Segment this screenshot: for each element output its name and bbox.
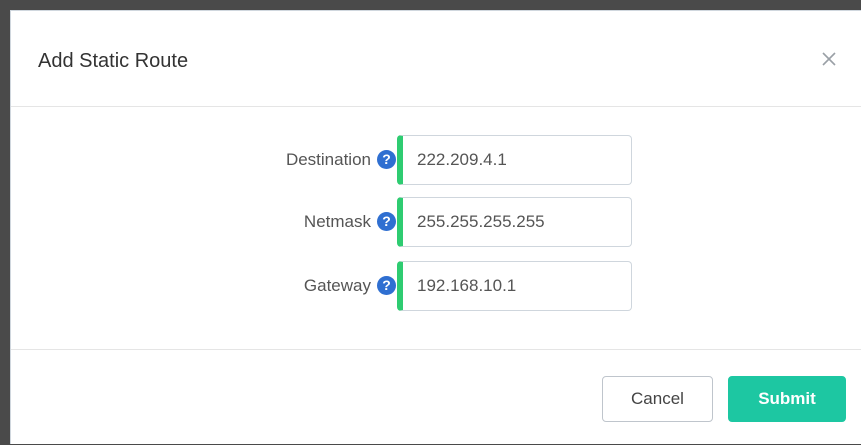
destination-input[interactable] [397,135,632,185]
dialog-title: Add Static Route [38,50,189,72]
destination-row: Destination ? [11,135,861,185]
dialog-header: Add Static Route [11,11,861,107]
add-static-route-dialog: Add Static Route Destination ? Netmask ?… [10,10,861,444]
question-circle-icon[interactable]: ? [377,276,396,295]
close-icon[interactable] [819,49,839,69]
destination-label: Destination [285,150,371,169]
cancel-button[interactable]: Cancel [602,376,713,422]
gateway-input[interactable] [397,261,632,311]
submit-button[interactable]: Submit [728,376,846,422]
gateway-label: Gateway [303,276,371,295]
gateway-row: Gateway ? [11,261,861,311]
netmask-input[interactable] [397,197,632,247]
netmask-label: Netmask [303,212,371,231]
question-circle-icon[interactable]: ? [377,212,396,231]
dialog-footer: Cancel Submit [11,349,861,445]
question-circle-icon[interactable]: ? [377,150,396,169]
netmask-row: Netmask ? [11,197,861,247]
